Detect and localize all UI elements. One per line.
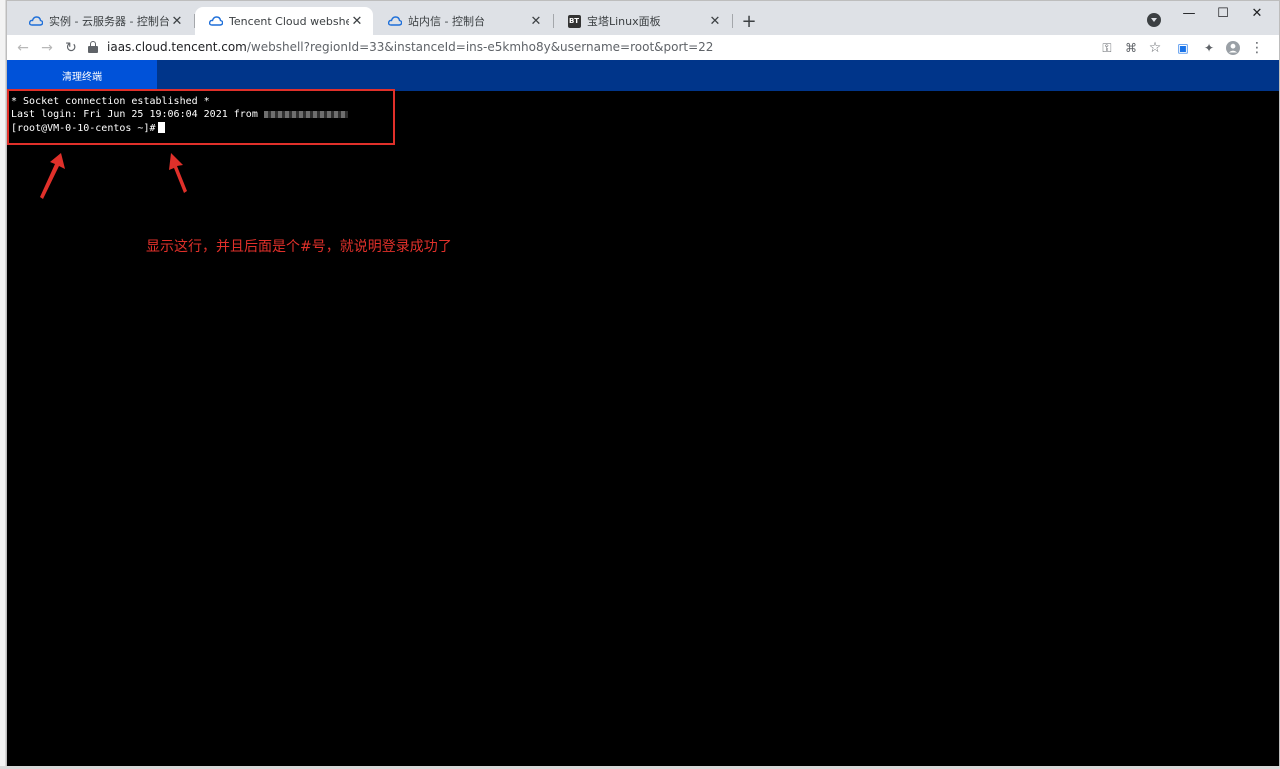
close-tab-icon[interactable]: ✕: [528, 13, 544, 29]
terminal-screen[interactable]: * Socket connection established * Last l…: [7, 89, 1279, 767]
translate-icon[interactable]: ⌘: [1121, 38, 1141, 58]
translate-extension-icon[interactable]: ▣: [1173, 38, 1193, 58]
tab-messages[interactable]: 站内信 - 控制台 ✕: [374, 7, 552, 35]
address-bar[interactable]: iaas.cloud.tencent.com/webshell?regionId…: [87, 36, 1257, 58]
annotation-text: 显示这行，并且后面是个#号，就说明登录成功了: [146, 239, 452, 255]
tencent-cloud-icon: [388, 14, 402, 28]
tab-strip: 实例 - 云服务器 - 控制台 ✕ Tencent Cloud webshell…: [7, 1, 1279, 35]
menu-kebab-icon[interactable]: ⋮: [1247, 38, 1267, 58]
tab-bt-panel[interactable]: BT 宝塔Linux面板 ✕: [553, 7, 731, 35]
tab-label: Tencent Cloud webshell - 119.: [229, 14, 349, 28]
url-text: iaas.cloud.tencent.com/webshell?regionId…: [107, 40, 714, 54]
close-tab-icon[interactable]: ✕: [707, 13, 723, 29]
tab-separator: [732, 14, 733, 28]
annotation-arrow-icon: [169, 153, 187, 193]
reload-icon[interactable]: ↻: [61, 38, 81, 58]
highlight-box: [7, 89, 395, 145]
new-tab-button[interactable]: +: [739, 11, 759, 32]
maximize-button[interactable]: ☐: [1207, 3, 1239, 23]
tencent-cloud-icon: [29, 14, 43, 28]
bt-logo-icon: BT: [567, 14, 581, 28]
clear-terminal-button[interactable]: 清理终端: [7, 60, 157, 91]
lock-icon: [87, 41, 99, 53]
tab-label: 实例 - 云服务器 - 控制台: [49, 15, 169, 28]
tencent-cloud-icon: [209, 14, 223, 28]
profile-avatar-icon[interactable]: [1223, 38, 1243, 58]
close-tab-icon[interactable]: ✕: [169, 13, 185, 29]
key-icon[interactable]: ⚿: [1097, 38, 1117, 58]
tab-label: 宝塔Linux面板: [587, 15, 661, 28]
bookmark-star-icon[interactable]: ☆: [1145, 38, 1165, 58]
minimize-button[interactable]: —: [1173, 3, 1205, 23]
browser-window: 实例 - 云服务器 - 控制台 ✕ Tencent Cloud webshell…: [6, 0, 1280, 767]
close-tab-icon[interactable]: ✕: [349, 13, 365, 29]
forward-icon[interactable]: →: [37, 38, 57, 58]
browser-toolbar: ← → ↻ iaas.cloud.tencent.com/webshell?re…: [7, 35, 1279, 60]
tab-label: 站内信 - 控制台: [408, 15, 485, 28]
annotation-arrow-icon: [40, 153, 65, 199]
tab-instances[interactable]: 实例 - 云服务器 - 控制台 ✕: [15, 7, 193, 35]
extensions-puzzle-icon[interactable]: ✦: [1199, 38, 1219, 58]
tab-webshell[interactable]: Tencent Cloud webshell - 119. ✕: [195, 7, 373, 35]
webshell-app-bar: 清理终端: [7, 60, 1279, 91]
back-icon[interactable]: ←: [13, 38, 33, 58]
close-window-button[interactable]: ✕: [1241, 3, 1273, 23]
tab-search-icon[interactable]: [1147, 13, 1161, 27]
